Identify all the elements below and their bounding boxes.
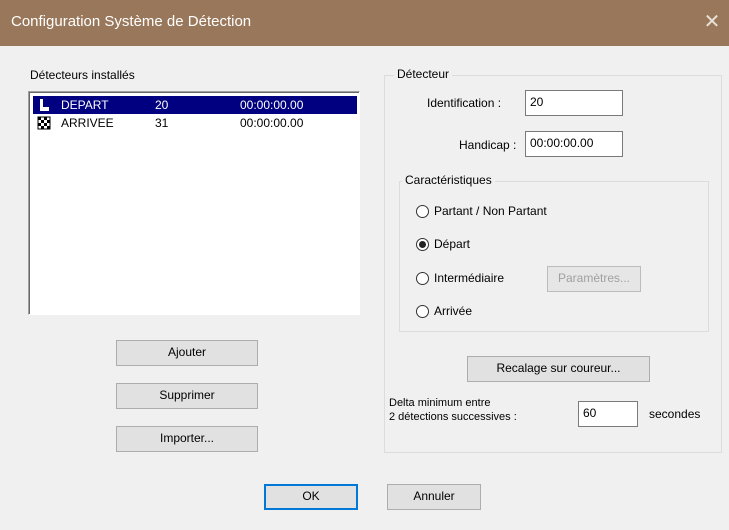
detector-id: 31 bbox=[155, 116, 169, 130]
detector-group-legend: Détecteur bbox=[394, 67, 453, 81]
delta-unit: secondes bbox=[649, 407, 701, 421]
handicap-label: Handicap : bbox=[459, 138, 517, 152]
cancel-button[interactable]: Annuler bbox=[387, 484, 481, 510]
radio-arrivee[interactable]: Arrivée bbox=[416, 304, 616, 320]
detector-time: 00:00:00.00 bbox=[240, 98, 304, 112]
radio-depart[interactable]: Départ bbox=[416, 237, 616, 253]
params-button[interactable]: Paramètres... bbox=[547, 266, 641, 292]
detector-time: 00:00:00.00 bbox=[240, 116, 304, 130]
radio-intermediaire[interactable]: Intermédiaire bbox=[416, 271, 536, 287]
checkered-flag-icon bbox=[37, 116, 51, 130]
radio-label: Intermédiaire bbox=[434, 271, 505, 285]
add-button[interactable]: Ajouter bbox=[116, 340, 258, 366]
delta-label-line2: 2 détections successives : bbox=[389, 411, 517, 423]
radio-dot bbox=[419, 241, 426, 248]
start-flag-icon bbox=[40, 99, 49, 111]
radio-button[interactable] bbox=[416, 238, 429, 251]
radio-label: Arrivée bbox=[434, 304, 473, 318]
detector-id: 20 bbox=[155, 98, 169, 112]
radio-button[interactable] bbox=[416, 205, 429, 218]
delta-field[interactable]: 60 bbox=[578, 401, 638, 427]
remove-button[interactable]: Supprimer bbox=[116, 383, 258, 409]
import-button[interactable]: Importer... bbox=[116, 426, 258, 452]
radio-label: Départ bbox=[434, 237, 471, 251]
detectors-list[interactable]: DEPART 20 00:00:00.00 ARRIVEE 31 00:00:0… bbox=[28, 91, 360, 315]
delta-label-line1: Delta minimum entre bbox=[389, 397, 491, 409]
handicap-field[interactable]: 00:00:00.00 bbox=[525, 131, 623, 157]
identification-label: Identification : bbox=[427, 96, 502, 110]
radio-label: Partant / Non Partant bbox=[434, 204, 547, 218]
window-title: Configuration Système de Détection bbox=[11, 13, 252, 30]
list-item-depart[interactable]: DEPART 20 00:00:00.00 bbox=[33, 96, 357, 114]
detector-name: ARRIVEE bbox=[61, 116, 114, 130]
identification-field[interactable]: 20 bbox=[525, 90, 623, 116]
radio-partant[interactable]: Partant / Non Partant bbox=[416, 204, 616, 220]
radio-button[interactable] bbox=[416, 272, 429, 285]
radio-button[interactable] bbox=[416, 305, 429, 318]
detectors-label: Détecteurs installés bbox=[30, 68, 135, 82]
characteristics-legend: Caractéristiques bbox=[402, 173, 495, 187]
ok-button[interactable]: OK bbox=[264, 484, 358, 510]
detector-name: DEPART bbox=[61, 98, 109, 112]
close-icon[interactable]: ✕ bbox=[701, 9, 723, 35]
resync-button[interactable]: Recalage sur coureur... bbox=[467, 356, 650, 382]
list-item-arrivee[interactable]: ARRIVEE 31 00:00:00.00 bbox=[33, 114, 357, 132]
